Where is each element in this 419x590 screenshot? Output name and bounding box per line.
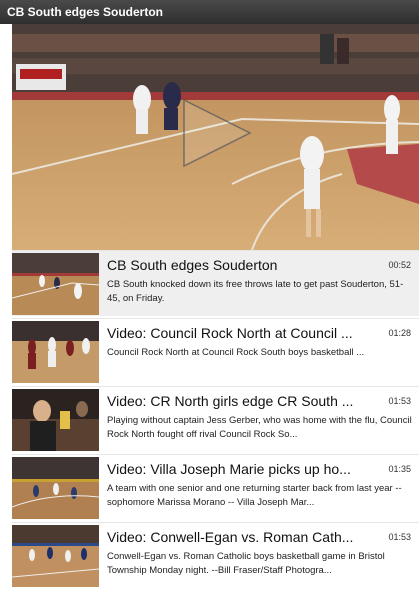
playlist-item-duration: 01:28 <box>388 328 411 338</box>
playlist-item-duration: 00:52 <box>388 260 411 270</box>
video-thumbnail[interactable] <box>12 389 99 451</box>
playlist-item-title[interactable]: Video: Conwell-Egan vs. Roman Cath... <box>107 529 369 545</box>
playlist-item-title[interactable]: Video: Villa Joseph Marie picks up ho... <box>107 461 369 477</box>
video-thumbnail[interactable] <box>12 525 99 587</box>
video-thumbnail[interactable] <box>12 457 99 519</box>
video-thumbnail[interactable] <box>12 321 99 383</box>
playlist-item-duration: 01:53 <box>388 532 411 542</box>
playlist-item-duration: 01:35 <box>388 464 411 474</box>
playlist-item[interactable]: Video: Council Rock North at Council ...… <box>12 318 419 384</box>
playlist-item-description: Conwell-Egan vs. Roman Catholic boys bas… <box>107 551 385 576</box>
video-playlist: CB South edges Souderton 00:52 CB South … <box>12 250 419 590</box>
play-icon[interactable] <box>12 24 419 250</box>
playlist-item[interactable]: Video: Conwell-Egan vs. Roman Cath... 01… <box>12 522 419 588</box>
playlist-item-description: CB South knocked down its free throws la… <box>107 279 404 304</box>
playlist-item-duration: 01:53 <box>388 396 411 406</box>
playlist-item[interactable]: Video: CR North girls edge CR South ... … <box>12 386 419 452</box>
playlist-item-title[interactable]: CB South edges Souderton <box>107 257 369 273</box>
playlist-item-description: Council Rock North at Council Rock South… <box>107 347 365 358</box>
playlist-item-description: Playing without captain Jess Gerber, who… <box>107 415 412 440</box>
playlist-item-title[interactable]: Video: CR North girls edge CR South ... <box>107 393 369 409</box>
video-thumbnail[interactable] <box>12 253 99 315</box>
playlist-item-title[interactable]: Video: Council Rock North at Council ... <box>107 325 369 341</box>
widget-title: CB South edges Souderton <box>0 0 419 24</box>
playlist-item[interactable]: CB South edges Souderton 00:52 CB South … <box>12 250 419 316</box>
video-widget: CB South edges Souderton CB South edges … <box>0 0 419 590</box>
playlist-item-description: A team with one senior and one returning… <box>107 483 402 508</box>
playlist-item[interactable]: Video: Villa Joseph Marie picks up ho...… <box>12 454 419 520</box>
video-player[interactable] <box>12 24 419 250</box>
